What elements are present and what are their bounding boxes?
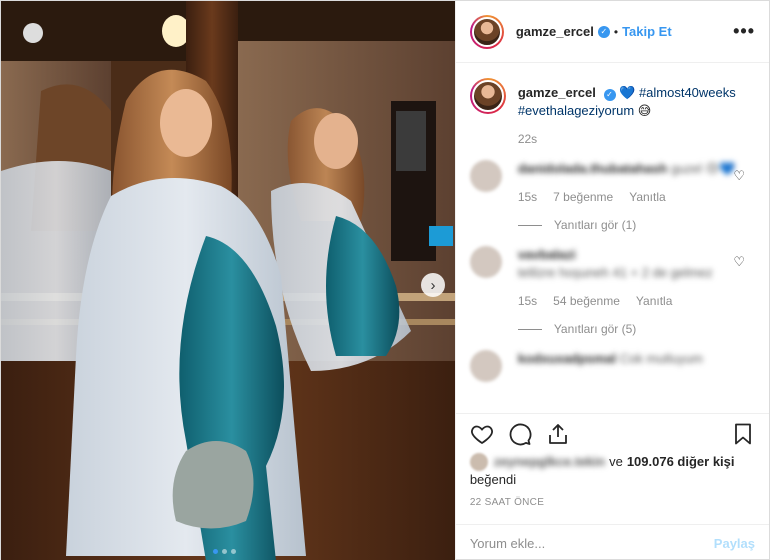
share-icon[interactable]: [546, 422, 570, 446]
comment-meta: 15s 54 beğenme Yanıtla: [518, 294, 755, 308]
likes-summary: zeynepglkce.tekin ve 109.076 diğer kişi …: [469, 453, 755, 489]
comment-bubble-icon[interactable]: [508, 422, 532, 446]
caption-body: gamze_ercel ✓ 💙 #almost40weeks #evethala…: [518, 78, 736, 120]
follow-button[interactable]: Takip Et: [622, 24, 672, 39]
comment-time[interactable]: 15s: [518, 190, 537, 204]
view-replies-button[interactable]: Yanıtları gör (1): [517, 218, 755, 232]
caption: gamze_ercel ✓ 💙 #almost40weeks #evethala…: [469, 78, 755, 120]
comment-input[interactable]: [469, 535, 714, 551]
view-replies-button[interactable]: Yanıtları gör (5): [517, 322, 755, 336]
reply-button[interactable]: Yanıtla: [629, 190, 665, 204]
verified-badge-icon: ✓: [597, 25, 610, 38]
post-timestamp[interactable]: 22 SAAT ÖNCE: [470, 497, 544, 508]
comments-list[interactable]: gamze_ercel ✓ 💙 #almost40weeks #evethala…: [456, 64, 769, 409]
caption-username[interactable]: gamze_ercel: [518, 85, 596, 100]
post-side-panel: gamze_ercel ✓ • Takip Et ••• gamze_ercel…: [454, 1, 769, 560]
likes-suffix: beğendi: [469, 472, 517, 487]
post-photo[interactable]: ›: [1, 1, 455, 560]
reply-button[interactable]: Yanıtla: [636, 294, 672, 308]
comment-text: vavbalazi telilzre hoşuneh 41 + 2 de gelm…: [517, 247, 713, 280]
hashtag-link[interactable]: #almost40weeks: [639, 85, 736, 100]
caption-avatar[interactable]: [469, 78, 506, 114]
more-options-icon[interactable]: •••: [733, 21, 755, 42]
comment-item: vavbalazi telilzre hoşuneh 41 + 2 de gelm…: [469, 246, 755, 336]
caption-time[interactable]: 22s: [518, 132, 755, 146]
comment-like-heart-icon[interactable]: ♡: [733, 168, 745, 184]
verified-badge-icon: ✓: [603, 89, 616, 101]
next-photo-button[interactable]: ›: [421, 273, 445, 297]
post-actions: [455, 413, 769, 453]
post-header: gamze_ercel ✓ • Takip Et •••: [455, 1, 769, 63]
carousel-dot: [231, 549, 236, 554]
carousel-dot: [222, 549, 227, 554]
bookmark-icon[interactable]: [731, 422, 755, 446]
comment-text: kodxuxadpsmal Cok mutluyum: [517, 351, 703, 366]
commenter-avatar[interactable]: [469, 246, 502, 278]
comment-item: danidolada.thubatahash guzel 😢💙 15s 7 be…: [469, 160, 755, 232]
comment-meta: 15s 7 beğenme Yanıtla: [518, 190, 755, 204]
carousel-indicator: [213, 549, 236, 554]
chevron-right-icon: ›: [430, 276, 436, 294]
comment-item: kodxuxadpsmal Cok mutluyum: [469, 350, 755, 382]
blue-heart-emoji: 💙: [619, 85, 636, 100]
carousel-dot-active: [213, 549, 218, 554]
hashtag-link[interactable]: #evethalageziyorum: [518, 103, 634, 118]
instagram-post: › gamze_ercel ✓ • Takip Et ••• gamze_erc…: [0, 0, 770, 560]
commenter-avatar[interactable]: [469, 350, 502, 382]
commenter-avatar[interactable]: [469, 160, 502, 192]
likes-connector: ve: [609, 454, 623, 469]
header-separator: •: [613, 24, 619, 39]
elevator-photo-illustration: [1, 1, 455, 560]
post-comment-button[interactable]: Paylaş: [714, 536, 755, 551]
liker-avatar[interactable]: [469, 453, 488, 471]
likes-count-link[interactable]: 109.076 diğer kişi: [627, 453, 735, 471]
comment-likes[interactable]: 7 beğenme: [553, 190, 613, 204]
author-avatar[interactable]: [469, 14, 504, 49]
comment-text: danidolada.thubatahash guzel 😢💙: [517, 161, 736, 176]
add-comment-bar: Paylaş: [455, 524, 769, 560]
like-heart-icon[interactable]: [470, 422, 494, 446]
liker-username[interactable]: zeynepglkce.tekin: [494, 453, 605, 471]
sweat-smile-emoji: 😅: [637, 103, 652, 118]
comment-time[interactable]: 15s: [518, 294, 537, 308]
author-username[interactable]: gamze_ercel: [516, 24, 594, 39]
comment-like-heart-icon[interactable]: ♡: [733, 254, 745, 270]
comment-likes[interactable]: 54 beğenme: [553, 294, 620, 308]
